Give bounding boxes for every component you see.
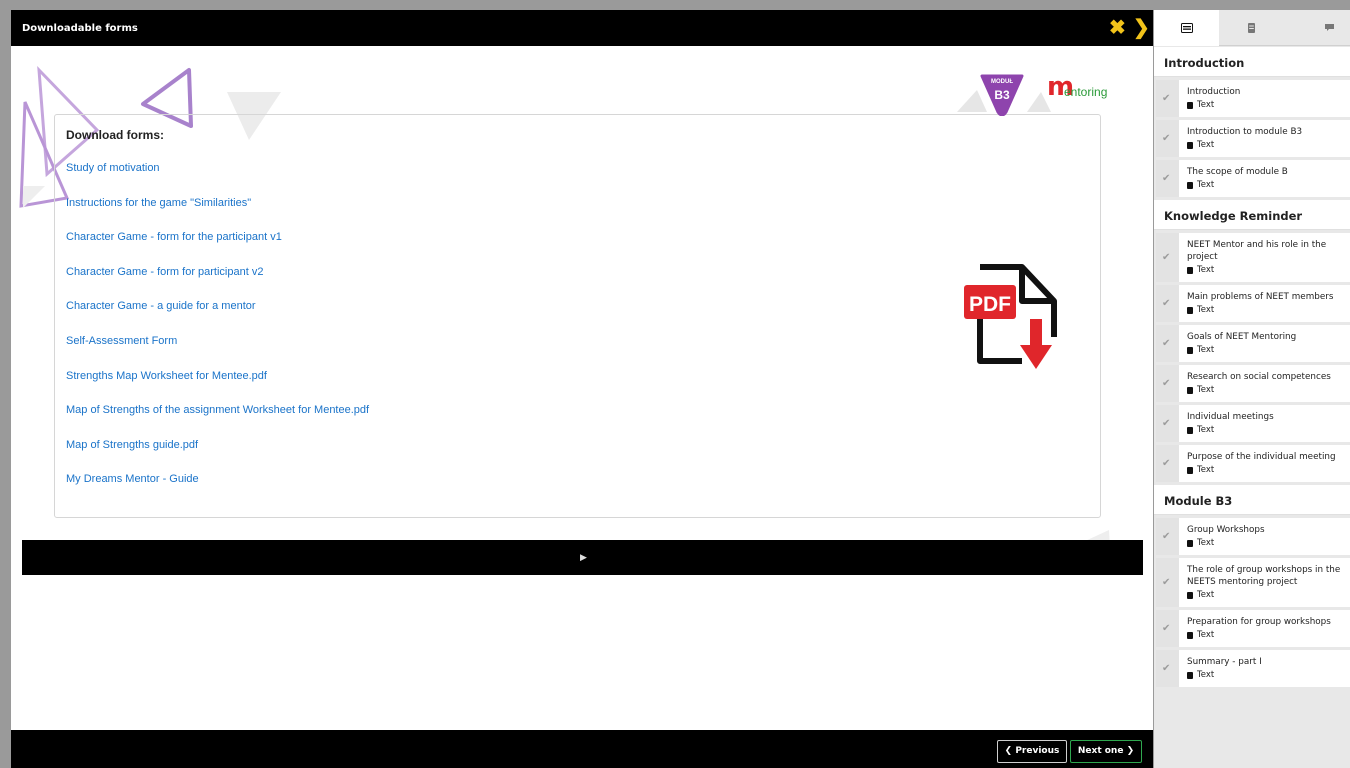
checkmark-icon: ✔ bbox=[1162, 662, 1171, 674]
checkmark-icon: ✔ bbox=[1162, 251, 1171, 263]
checkmark-icon: ✔ bbox=[1162, 530, 1171, 542]
download-link[interactable]: Map of Strengths of the assignment Works… bbox=[66, 403, 369, 438]
download-link[interactable]: Self-Assessment Form bbox=[66, 334, 369, 369]
download-heading: Download forms: bbox=[66, 128, 164, 142]
svg-text:PDF: PDF bbox=[969, 293, 1011, 316]
list-item[interactable]: ✔ Preparation for group workshops Text bbox=[1156, 610, 1350, 647]
text-doc-icon bbox=[1187, 387, 1193, 394]
download-links: Study of motivation Instructions for the… bbox=[66, 161, 369, 507]
list-icon bbox=[1181, 23, 1193, 33]
list-item[interactable]: ✔ Main problems of NEET members Text bbox=[1156, 285, 1350, 322]
list-item[interactable]: ✔ Goals of NEET Mentoring Text bbox=[1156, 325, 1350, 362]
download-link[interactable]: Map of Strengths guide.pdf bbox=[66, 438, 369, 473]
text-doc-icon bbox=[1187, 672, 1193, 679]
comment-icon bbox=[1325, 24, 1334, 31]
checkmark-icon: ✔ bbox=[1162, 457, 1171, 469]
media-player-bar[interactable]: ▶ bbox=[22, 540, 1143, 575]
checkmark-icon: ✔ bbox=[1162, 377, 1171, 389]
download-link[interactable]: My Dreams Mentor - Guide bbox=[66, 472, 369, 507]
checkmark-icon: ✔ bbox=[1162, 297, 1171, 309]
download-link[interactable]: Study of motivation bbox=[66, 161, 369, 196]
download-link[interactable]: Character Game - a guide for a mentor bbox=[66, 299, 369, 334]
checkmark-icon: ✔ bbox=[1162, 576, 1171, 588]
module-badge-number: B3 bbox=[994, 88, 1010, 102]
sidebar-list: Introduction ✔ Introduction Text ✔ Introd… bbox=[1154, 47, 1350, 687]
close-icon[interactable]: ✖ bbox=[1109, 18, 1127, 38]
section-title: Knowledge Reminder bbox=[1154, 200, 1350, 230]
checkmark-icon: ✔ bbox=[1162, 92, 1171, 104]
pdf-download-icon: PDF bbox=[964, 264, 1057, 369]
text-doc-icon bbox=[1187, 592, 1193, 599]
checkmark-icon: ✔ bbox=[1162, 337, 1171, 349]
chevron-right-icon[interactable]: ❯ bbox=[1133, 18, 1150, 38]
sidebar-tabs bbox=[1154, 10, 1350, 46]
document-icon bbox=[1248, 23, 1255, 33]
tab-comments[interactable] bbox=[1284, 10, 1349, 46]
sidebar: Introduction ✔ Introduction Text ✔ Introd… bbox=[1154, 10, 1350, 768]
list-item[interactable]: ✔ The role of group workshops in the NEE… bbox=[1156, 558, 1350, 607]
text-doc-icon bbox=[1187, 467, 1193, 474]
main-panel: Downloadable forms ✖ ❯ Download forms: S… bbox=[11, 10, 1153, 768]
text-doc-icon bbox=[1187, 632, 1193, 639]
top-bar: Downloadable forms ✖ ❯ bbox=[11, 10, 1153, 46]
play-icon[interactable]: ▶ bbox=[580, 552, 590, 562]
list-item[interactable]: ✔ NEET Mentor and his role in the projec… bbox=[1156, 233, 1350, 282]
checkmark-icon: ✔ bbox=[1162, 172, 1171, 184]
list-item[interactable]: ✔ Introduction Text bbox=[1156, 80, 1350, 117]
download-link[interactable]: Instructions for the game "Similarities" bbox=[66, 196, 369, 231]
text-doc-icon bbox=[1187, 307, 1193, 314]
text-doc-icon bbox=[1187, 182, 1193, 189]
text-doc-icon bbox=[1187, 540, 1193, 547]
list-item[interactable]: ✔ Group Workshops Text bbox=[1156, 518, 1350, 555]
text-doc-icon bbox=[1187, 267, 1193, 274]
download-link[interactable]: Strengths Map Worksheet for Mentee.pdf bbox=[66, 369, 369, 404]
download-link[interactable]: Character Game - form for participant v2 bbox=[66, 265, 369, 300]
checkmark-icon: ✔ bbox=[1162, 417, 1171, 429]
list-item[interactable]: ✔ Summary - part I Text bbox=[1156, 650, 1350, 687]
list-item[interactable]: ✔ The scope of module B Text bbox=[1156, 160, 1350, 197]
text-doc-icon bbox=[1187, 347, 1193, 354]
list-item[interactable]: ✔ Individual meetings Text bbox=[1156, 405, 1350, 442]
footer-bar: ❮ Previous Next one ❯ bbox=[11, 730, 1153, 768]
list-item[interactable]: ✔ Research on social competences Text bbox=[1156, 365, 1350, 402]
list-item[interactable]: ✔ Introduction to module B3 Text bbox=[1156, 120, 1350, 157]
section-title: Introduction bbox=[1154, 47, 1350, 77]
download-link[interactable]: Character Game - form for the participan… bbox=[66, 230, 369, 265]
previous-button[interactable]: ❮ Previous bbox=[997, 740, 1067, 763]
section-title: Module B3 bbox=[1154, 485, 1350, 515]
tab-notes[interactable] bbox=[1219, 10, 1284, 46]
mentoring-neets-logo: m entoring bbox=[1047, 72, 1108, 102]
checkmark-icon: ✔ bbox=[1162, 132, 1171, 144]
text-doc-icon bbox=[1187, 427, 1193, 434]
list-item[interactable]: ✔ Purpose of the individual meeting Text bbox=[1156, 445, 1350, 482]
module-badge-label: MODUŁ bbox=[991, 79, 1013, 85]
text-doc-icon bbox=[1187, 102, 1193, 109]
next-button[interactable]: Next one ❯ bbox=[1070, 740, 1142, 763]
page-title: Downloadable forms bbox=[22, 23, 138, 34]
text-doc-icon bbox=[1187, 142, 1193, 149]
checkmark-icon: ✔ bbox=[1162, 622, 1171, 634]
tab-contents[interactable] bbox=[1154, 10, 1219, 46]
